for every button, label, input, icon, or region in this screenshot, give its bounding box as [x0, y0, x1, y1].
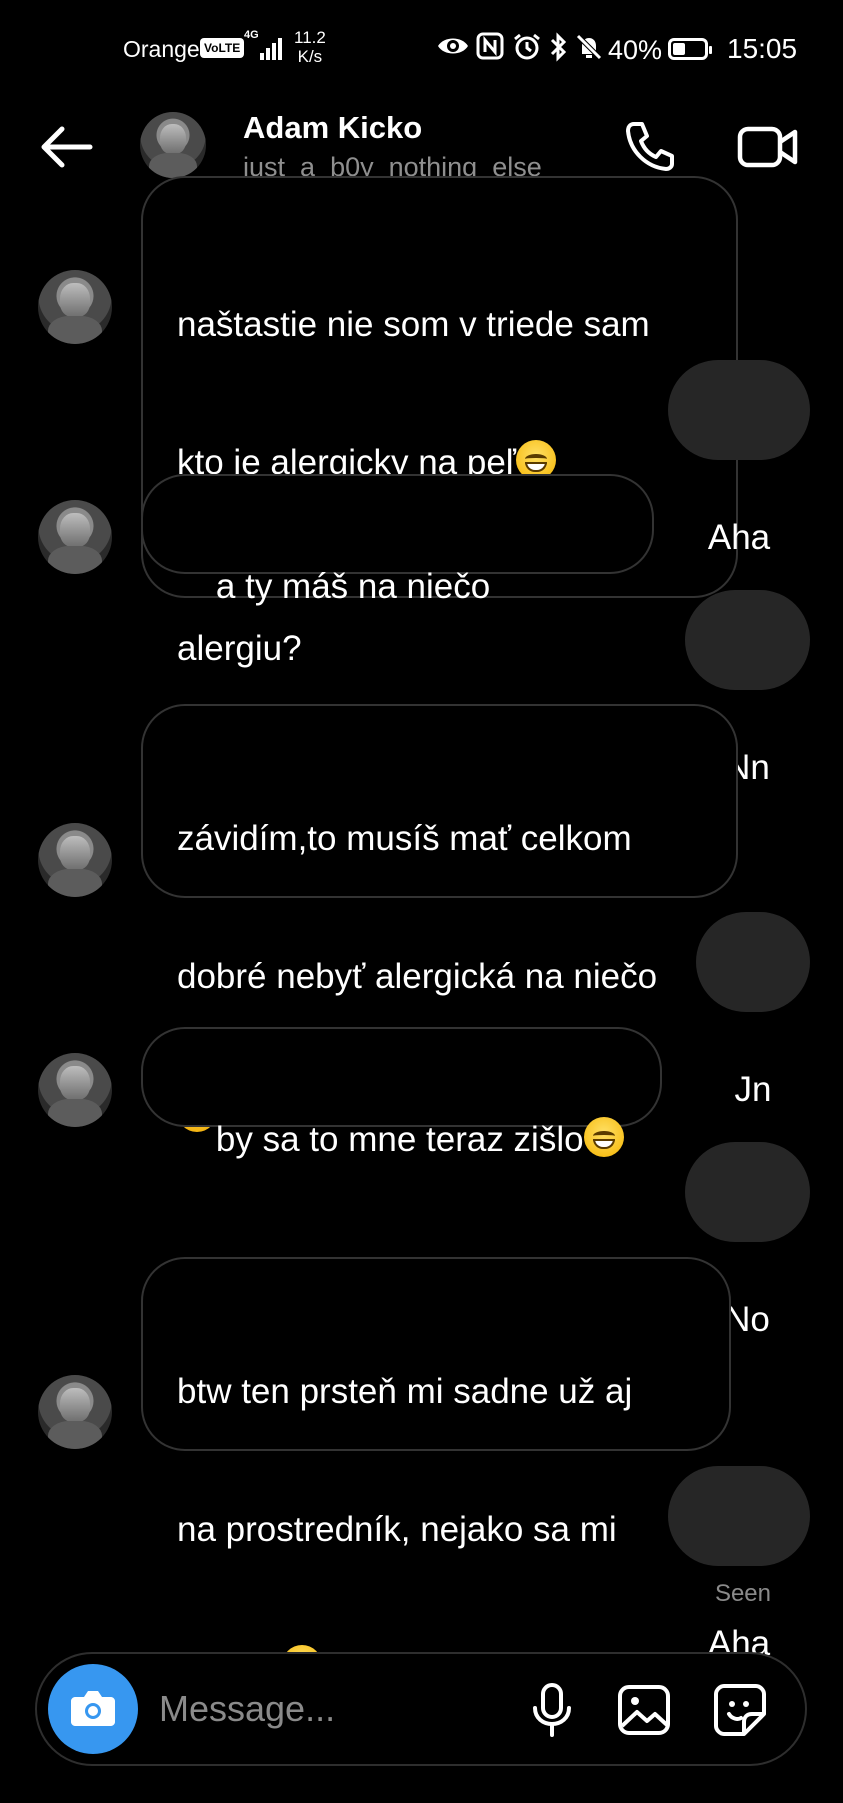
- sender-avatar[interactable]: [38, 1375, 112, 1449]
- microphone-icon: [533, 1683, 571, 1737]
- message-bubble-incoming[interactable]: by sa to mne teraz zišlo: [141, 1027, 662, 1159]
- image-icon: [618, 1685, 670, 1735]
- message-line: by sa to mne teraz zišlo: [215, 1120, 584, 1159]
- message-line: naštastie nie som v triede sam: [177, 305, 650, 344]
- status-bar: Orange VoLTE 4G 11.2 K/s 40% 15:05: [0, 0, 843, 100]
- sender-avatar[interactable]: [38, 1053, 112, 1127]
- clock: 15:05: [727, 33, 798, 64]
- message-text: No: [725, 1300, 770, 1339]
- message-line: závidím,to musíš mať celkom: [177, 819, 632, 858]
- video-call-button[interactable]: [737, 122, 799, 172]
- message-composer: [35, 1652, 807, 1766]
- video-camera-icon: [737, 126, 798, 168]
- message-bubble-outgoing[interactable]: No: [685, 1142, 810, 1339]
- sticker-button[interactable]: [712, 1682, 768, 1738]
- battery-percent: 40%: [608, 35, 663, 65]
- message-input[interactable]: [157, 1682, 461, 1736]
- message-line: na prostredník, nejako sa mi: [177, 1510, 617, 1549]
- back-button[interactable]: [36, 122, 96, 172]
- message-bubble-incoming[interactable]: a ty máš na niečo alergiu?: [141, 474, 654, 668]
- message-text: Jn: [734, 1070, 772, 1109]
- mute-icon: [574, 32, 604, 67]
- arrow-left-icon: [41, 126, 93, 168]
- signal-icon: [260, 36, 288, 60]
- message-bubble-outgoing[interactable]: Nn: [685, 590, 810, 787]
- message-bubble-incoming[interactable]: závidím,to musíš mať celkom dobré nebyť …: [141, 704, 738, 1132]
- message-bubble-outgoing[interactable]: Aha: [668, 1466, 810, 1663]
- voice-message-button[interactable]: [527, 1682, 577, 1738]
- battery-icon: [668, 38, 712, 60]
- bluetooth-icon: [548, 32, 568, 67]
- camera-icon: [71, 1691, 115, 1726]
- carrier-name: Orange: [123, 36, 200, 62]
- message-text: Aha: [707, 518, 771, 557]
- network-speed: 11.2 K/s: [294, 28, 326, 66]
- message-line: a ty máš na niečo alergiu?: [177, 567, 500, 668]
- network-type: 4G: [244, 29, 259, 41]
- network-speed-unit: K/s: [297, 47, 323, 66]
- sticker-icon: [714, 1684, 766, 1736]
- message-line: btw ten prsteň mi sadne už aj: [177, 1372, 633, 1411]
- contact-avatar[interactable]: [140, 112, 206, 178]
- phone-icon: [626, 122, 674, 171]
- nfc-icon: [476, 32, 504, 65]
- message-bubble-incoming[interactable]: btw ten prsteň mi sadne už aj na prostre…: [141, 1257, 731, 1687]
- voice-call-button[interactable]: [622, 118, 678, 174]
- eye-icon: [436, 32, 470, 65]
- seen-receipt: Seen: [714, 1580, 771, 1607]
- network-speed-value: 11.2: [294, 28, 326, 47]
- sender-avatar[interactable]: [38, 823, 112, 897]
- gallery-button[interactable]: [617, 1684, 671, 1736]
- sweat-smile-emoji-icon: [583, 1117, 624, 1157]
- message-line: dobré nebyť alergická na niečo: [177, 957, 658, 996]
- volte-badge: VoLTE: [200, 38, 245, 58]
- sender-avatar[interactable]: [38, 270, 112, 344]
- message-thread[interactable]: naštastie nie som v triede sam kto je al…: [0, 176, 843, 1687]
- message-bubble-outgoing[interactable]: Jn: [696, 912, 810, 1109]
- message-bubble-outgoing[interactable]: Aha: [668, 360, 810, 557]
- contact-name[interactable]: Adam Kicko: [243, 110, 422, 146]
- camera-button[interactable]: [48, 1664, 138, 1754]
- alarm-icon: [512, 32, 542, 67]
- sender-avatar[interactable]: [38, 500, 112, 574]
